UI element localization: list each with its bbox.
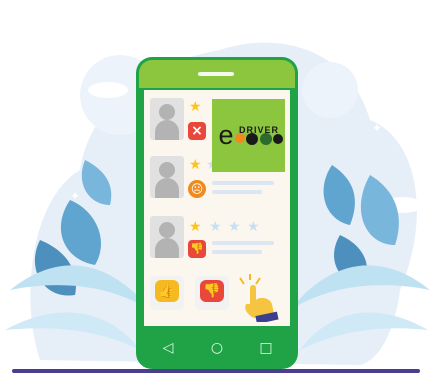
back-button[interactable]: ◁ [158, 339, 178, 357]
review-row: ★ ★ ★ ★ 👎 [144, 216, 290, 272]
home-button[interactable]: ○ [207, 339, 227, 357]
review-text-line [212, 190, 262, 194]
star-empty-icon: ★ [209, 219, 222, 235]
star-icon: ★ [189, 157, 202, 173]
star-icon: ★ [189, 219, 202, 235]
sad-face-icon: ☹ [188, 180, 206, 198]
thumbs-up-icon: 👍 [155, 280, 179, 302]
background-circle [302, 62, 358, 118]
phone-speaker [198, 72, 234, 76]
edriver-logo: e DRIVER [212, 99, 285, 172]
sparkle: ✦ [170, 19, 180, 33]
ground-line [12, 369, 420, 373]
recent-apps-button[interactable]: □ [256, 339, 276, 357]
review-text-line [212, 181, 274, 185]
thumbs-down-icon: 👎 [188, 240, 206, 258]
star-icon: ★ [189, 99, 202, 115]
avatar [150, 98, 184, 140]
cloud-left [88, 82, 128, 98]
like-button[interactable]: 👍 [150, 276, 184, 310]
pointing-hand-icon [239, 274, 279, 322]
illustration-canvas: ✦ ✦ ✦ ★ × ★ ★ ☹ ★ ★ ★ ★ 👎 [0, 0, 432, 375]
logo-wheel-marks [235, 133, 283, 145]
avatar [150, 156, 184, 198]
star-empty-icon: ★ [228, 219, 241, 235]
reject-icon: × [188, 122, 206, 140]
navigation-bar: ◁ ○ □ [144, 331, 290, 365]
review-text-line [212, 241, 274, 245]
avatar [150, 216, 184, 258]
sparkle: ✦ [372, 121, 382, 135]
star-empty-icon: ★ [247, 219, 260, 235]
dislike-button[interactable]: 👎 [195, 276, 229, 310]
thumbs-down-icon: 👎 [200, 280, 224, 302]
review-text-line [212, 250, 262, 254]
